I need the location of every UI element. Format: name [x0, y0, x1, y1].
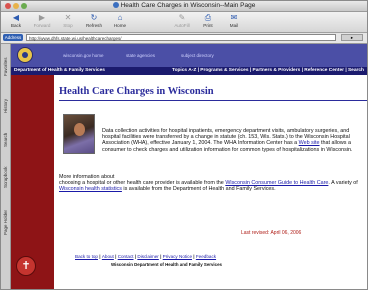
department-nav-bar: Department of Health & Family Services T…	[11, 67, 367, 75]
footer-link-feedback[interactable]: Feedback	[196, 254, 216, 259]
stop-icon: ✕	[64, 13, 72, 22]
photo-face	[74, 123, 85, 136]
tab-history[interactable]: History	[1, 92, 10, 120]
explorer-side-tabs: Favorites History Search Scrapbook Page …	[1, 44, 11, 289]
back-arrow-icon: ◀	[12, 13, 20, 22]
autofill-icon: ✎	[178, 13, 186, 22]
left-sidebar: ✝	[11, 75, 54, 289]
home-button[interactable]: ⌂ Home	[109, 13, 131, 31]
footer-link-about[interactable]: About	[102, 254, 114, 259]
title-bar: Health Care Charges in Wisconsin--Main P…	[1, 1, 367, 12]
forward-button[interactable]: ▶ Forward	[31, 13, 53, 31]
mail-button[interactable]: ✉ Mail	[223, 13, 245, 31]
browser-window: Health Care Charges in Wisconsin--Main P…	[0, 0, 368, 290]
dhfs-cross-logo: ✝	[16, 256, 36, 276]
window-title: Health Care Charges in Wisconsin--Main P…	[1, 1, 367, 11]
window-title-text: Health Care Charges in Wisconsin--Main P…	[120, 2, 256, 9]
heading-divider	[59, 100, 367, 101]
forward-arrow-icon: ▶	[38, 13, 46, 22]
go-button[interactable]: ▸	[341, 34, 363, 41]
footer-link-disclaimer[interactable]: Disclaimer	[137, 254, 158, 259]
more-info-paragraph: choosing a hospital or other health care…	[59, 180, 358, 193]
page-globe-icon	[112, 2, 119, 8]
print-button[interactable]: ⎙ Print	[197, 13, 219, 31]
footer-links: Back to top | About | Contact | Disclaim…	[75, 254, 217, 259]
web-page: wisconsin.gov home state agencies subjec…	[11, 44, 367, 289]
wisconsin-banner: wisconsin.gov home state agencies subjec…	[11, 44, 367, 67]
mail-icon: ✉	[230, 13, 238, 22]
tab-page-holder[interactable]: Page Holder	[1, 202, 10, 242]
woman-photo	[63, 114, 95, 154]
address-label: Address	[3, 34, 23, 41]
nav-state-agencies[interactable]: state agencies	[126, 53, 155, 58]
nav-subject-directory[interactable]: subject directory	[181, 53, 214, 58]
nav-wisconsin-gov-home[interactable]: wisconsin.gov home	[63, 53, 104, 58]
back-button[interactable]: ◀ Back	[5, 13, 27, 31]
tab-scrapbook[interactable]: Scrapbook	[1, 160, 10, 194]
refresh-icon: ↻	[90, 13, 98, 22]
footer-department-name: Wisconsin Department of Health and Famil…	[111, 262, 222, 267]
department-nav-links[interactable]: Topics A-Z | Programs & Services | Partn…	[172, 67, 364, 75]
intro-paragraph: Data collection activities for hospital …	[102, 128, 353, 153]
wha-web-site-link[interactable]: Web site	[299, 140, 320, 146]
footer-link-contact[interactable]: Contact	[118, 254, 134, 259]
url-input[interactable]: http://www.dhfs.state.wi.us/healthcarech…	[26, 34, 336, 41]
autofill-button[interactable]: ✎ AutoFill	[171, 13, 193, 31]
wisconsin-seal-logo[interactable]	[17, 47, 33, 63]
browser-toolbar: ◀ Back ▶ Forward ✕ Stop ↻ Refresh ⌂ Home ✎ Aut…	[1, 12, 367, 33]
footer-link-back-to-top[interactable]: Back to top	[75, 254, 98, 259]
department-name[interactable]: Department of Health & Family Services	[14, 67, 105, 75]
tab-favorites[interactable]: Favorites	[1, 50, 10, 84]
address-bar: Address http://www.dhfs.state.wi.us/heal…	[1, 33, 367, 44]
stop-button[interactable]: ✕ Stop	[57, 13, 79, 31]
print-icon: ⎙	[204, 13, 212, 22]
home-icon: ⌂	[117, 13, 123, 22]
tab-search[interactable]: Search	[1, 128, 10, 152]
refresh-button[interactable]: ↻ Refresh	[83, 13, 105, 31]
footer-link-privacy-notice[interactable]: Privacy Notice	[163, 254, 192, 259]
page-title: Health Care Charges in Wisconsin	[59, 86, 214, 97]
last-revised-date: Last revised: April 06, 2006	[241, 230, 302, 236]
health-statistics-link[interactable]: Wisconsin health statistics	[59, 186, 122, 192]
consumer-guide-link[interactable]: Wisconsin Consumer Guide to Health Care	[225, 180, 328, 186]
